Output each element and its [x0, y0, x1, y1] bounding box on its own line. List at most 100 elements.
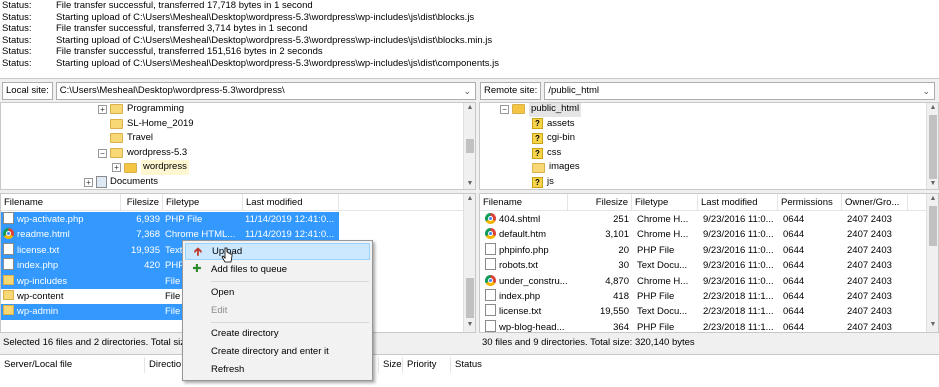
tree-item[interactable]: − wordpress-5.3	[98, 146, 187, 161]
table-row[interactable]: phpinfo.php 20 PHP File 9/23/2016 11:0..…	[480, 242, 920, 258]
local-directory-tree[interactable]: + Programming SL-Home_2019 Travel − wordpr…	[0, 102, 476, 190]
scroll-up-icon[interactable]: ▲	[927, 103, 938, 113]
column-header-permissions[interactable]: Permissions	[778, 194, 842, 211]
remote-directory-tree[interactable]: − public_html ? assets ? cgi-bin ? css image…	[479, 102, 939, 190]
tree-item[interactable]: Travel	[110, 131, 153, 146]
file-icon	[485, 289, 496, 301]
chrome-icon	[485, 228, 496, 240]
file-icon	[485, 304, 496, 317]
scroll-down-icon[interactable]: ▼	[464, 320, 475, 330]
remote-listing-status: 30 files and 9 directories. Total size: …	[479, 335, 939, 350]
folder-icon	[124, 162, 137, 173]
folder-icon	[3, 290, 14, 300]
tree-item[interactable]: ? css	[532, 146, 561, 161]
message-log[interactable]: Status: File transfer successful, transfe…	[0, 0, 939, 79]
table-row[interactable]: wp-activate.php 6,939 PHP File 11/14/201…	[1, 212, 339, 228]
tree-item[interactable]: SL-Home_2019	[110, 117, 194, 132]
tree-item[interactable]: − public_html	[500, 103, 582, 117]
expand-icon[interactable]: +	[112, 163, 121, 173]
add-to-queue-icon: ✚	[192, 263, 202, 275]
chevron-down-icon[interactable]: ⌄	[922, 83, 930, 99]
scrollbar-thumb[interactable]	[929, 115, 937, 179]
tree-item-selected[interactable]: + wordpress	[112, 160, 189, 175]
scrollbar[interactable]: ▲ ▼	[926, 103, 938, 189]
log-row: Status: File transfer successful, transfe…	[2, 46, 323, 58]
scroll-up-icon[interactable]: ▲	[464, 194, 475, 204]
column-header-filesize[interactable]: Filesize	[121, 194, 163, 211]
local-site-path: C:\Users\Mesheal\Desktop\wordpress-5.3\w…	[59, 85, 285, 96]
file-icon	[3, 242, 14, 255]
scroll-up-icon[interactable]: ▲	[927, 194, 938, 204]
file-icon	[485, 242, 496, 255]
folder-icon	[512, 104, 525, 115]
table-row[interactable]: 404.shtml 251 Chrome H... 9/23/2016 11:0…	[480, 212, 920, 227]
tree-item[interactable]: + Programming	[98, 103, 184, 117]
menu-separator	[211, 322, 369, 323]
tree-item[interactable]: images	[532, 160, 580, 175]
scrollbar-thumb[interactable]	[929, 206, 937, 246]
menu-item-upload[interactable]: 🡱 Upload	[185, 243, 370, 260]
file-icon	[3, 212, 14, 224]
menu-item-refresh[interactable]: Refresh	[185, 361, 370, 378]
table-row[interactable]: wp-blog-head... 364 PHP File 2/23/2018 1…	[480, 319, 920, 332]
menu-item-add-to-queue[interactable]: ✚ Add files to queue	[185, 261, 370, 278]
tree-item[interactable]: + Documents	[84, 175, 158, 189]
scrollbar-thumb[interactable]	[466, 139, 474, 153]
remote-site-path-combo[interactable]: /public_html ⌄	[544, 82, 935, 100]
scrollbar[interactable]: ▲ ▼	[463, 194, 475, 332]
scrollbar-thumb[interactable]	[466, 278, 474, 318]
log-row: Status: File transfer successful, transfe…	[2, 0, 313, 11]
menu-item-create-directory[interactable]: Create directory	[185, 325, 370, 342]
column-header-status[interactable]: Status	[451, 357, 571, 373]
column-header-filetype[interactable]: Filetype	[163, 194, 243, 211]
expand-icon[interactable]: +	[98, 104, 107, 114]
transfer-queue[interactable]: Server/Local file Directio Size Priority…	[0, 354, 939, 387]
tree-item[interactable]: ? cgi-bin	[532, 131, 575, 146]
scroll-down-icon[interactable]: ▼	[927, 179, 938, 189]
scrollbar[interactable]: ▲ ▼	[926, 194, 938, 332]
expand-icon[interactable]: +	[84, 177, 93, 187]
collapse-icon[interactable]: −	[98, 148, 107, 158]
column-header-server-local-file[interactable]: Server/Local file	[0, 357, 145, 373]
scroll-down-icon[interactable]: ▼	[927, 320, 938, 330]
column-header-priority[interactable]: Priority	[403, 357, 451, 373]
remote-file-list[interactable]: Filename Filesize Filetype Last modified…	[479, 193, 939, 333]
unknown-folder-icon: ?	[532, 176, 543, 188]
unknown-folder-icon: ?	[532, 132, 543, 144]
column-header-filename[interactable]: Filename	[480, 194, 568, 211]
column-header-filetype[interactable]: Filetype	[632, 194, 698, 211]
log-row: Status: Starting upload of C:\Users\Meshe…	[2, 57, 500, 69]
table-row[interactable]: under_constru... 4,870 Chrome H... 9/23/…	[480, 274, 920, 289]
mouse-cursor-icon	[221, 247, 233, 263]
table-row[interactable]: robots.txt 30 Text Docu... 9/23/2016 11:…	[480, 258, 920, 273]
chevron-down-icon[interactable]: ⌄	[463, 83, 471, 99]
log-row: Status: Starting upload of C:\Users\Meshe…	[2, 11, 475, 23]
tree-item[interactable]: ? js	[532, 175, 554, 189]
menu-item-open[interactable]: Open	[185, 284, 370, 301]
local-site-path-combo[interactable]: C:\Users\Mesheal\Desktop\wordpress-5.3\w…	[55, 82, 476, 100]
scroll-down-icon[interactable]: ▼	[464, 179, 475, 189]
column-header-size[interactable]: Size	[379, 357, 403, 373]
column-header-last-modified[interactable]: Last modified	[698, 194, 778, 211]
scroll-up-icon[interactable]: ▲	[464, 103, 475, 113]
folder-icon	[110, 148, 123, 159]
collapse-icon[interactable]: −	[500, 104, 509, 114]
context-menu: 🡱 Upload ✚ Add files to queue Open Edit …	[182, 240, 373, 381]
menu-item-create-directory-enter[interactable]: Create directory and enter it	[185, 343, 370, 360]
table-row[interactable]: default.htm 3,101 Chrome H... 9/23/2016 …	[480, 227, 920, 242]
tree-item[interactable]: ? assets	[532, 117, 574, 132]
local-site-label: Local site:	[2, 82, 53, 100]
column-header-filename[interactable]: Filename	[1, 194, 121, 211]
table-row[interactable]: index.php 418 PHP File 2/23/2018 11:1...…	[480, 289, 920, 304]
folder-icon	[532, 162, 545, 173]
scrollbar[interactable]: ▲ ▼	[463, 103, 475, 189]
upload-arrow-icon: 🡱	[194, 246, 202, 258]
column-header-owner[interactable]: Owner/Gro...	[842, 194, 908, 211]
log-row: Status: File transfer successful, transfe…	[2, 23, 308, 35]
file-list-header: Filename Filesize Filetype Last modified…	[480, 194, 926, 211]
column-header-last-modified[interactable]: Last modified	[243, 194, 339, 211]
column-header-filesize[interactable]: Filesize	[568, 194, 632, 211]
remote-site-label: Remote site:	[480, 82, 542, 100]
table-row[interactable]: license.txt 19,550 Text Docu... 2/23/201…	[480, 304, 920, 319]
chrome-icon	[485, 274, 496, 286]
